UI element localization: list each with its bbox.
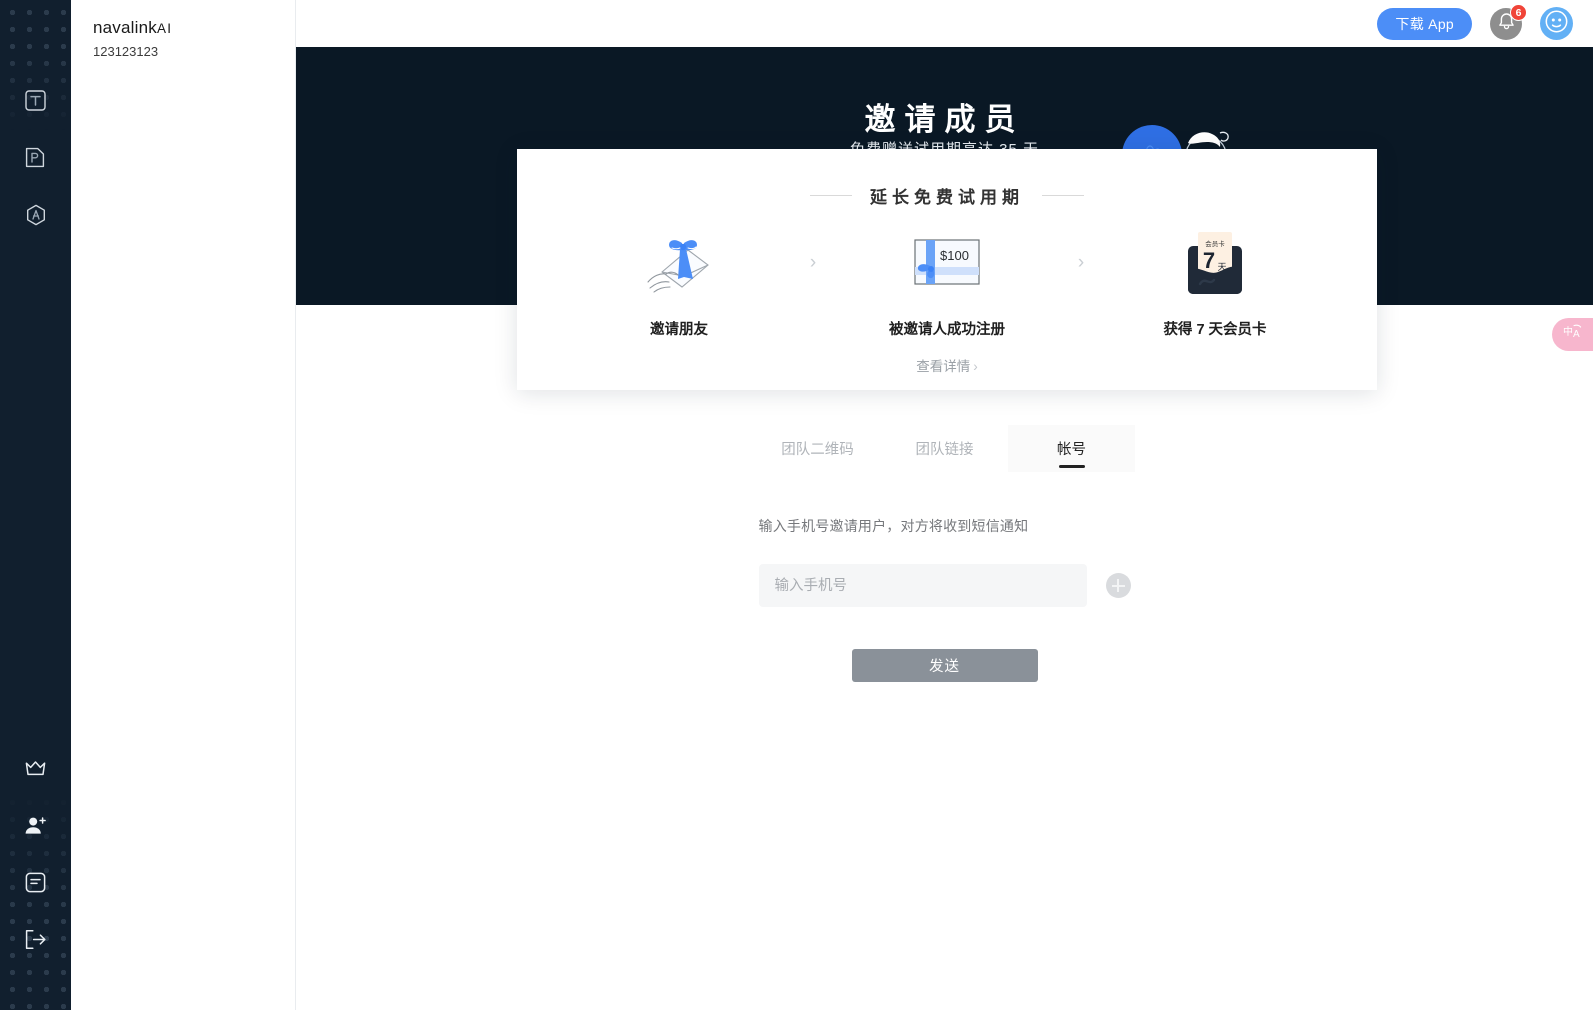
brand-name: navalink [93, 18, 157, 37]
chevron-right-icon: › [973, 359, 978, 374]
svg-text:7: 7 [1203, 248, 1215, 273]
promo-step-1-label: 邀请朋友 [650, 322, 708, 338]
rule-left [810, 195, 852, 196]
gift-card-100-icon: $100 [842, 230, 1052, 296]
phone-input[interactable] [758, 564, 1087, 607]
tab-account-label: 帐号 [1057, 442, 1086, 458]
invite-form: 输入手机号邀请用户，对方将收到短信通知 发送 [296, 516, 1593, 682]
letter-p-document-icon [25, 147, 46, 168]
svg-text:$100: $100 [940, 248, 969, 263]
rail-item-text-tool[interactable] [0, 72, 71, 129]
rule-right [1042, 195, 1084, 196]
membership-card-icon: 会员卡 7 天 [1110, 230, 1320, 296]
tab-active-indicator [1058, 464, 1085, 468]
promo-heading: 延长免费试用期 [517, 183, 1377, 208]
invite-form-note: 输入手机号邀请用户，对方将收到短信通知 [758, 518, 1029, 534]
note-icon [25, 872, 46, 893]
rail-item-hexagon-tool[interactable] [0, 186, 71, 243]
main-content: 下载 App 6 邀请成员 延长免费试用期 邀请朋友 › $100 被邀请人成功… [296, 0, 1593, 1010]
project-sidebar: navalinkAI 123123123 [71, 0, 296, 1010]
send-invite-button[interactable]: 发送 [851, 649, 1038, 682]
icon-rail [0, 0, 71, 1010]
logout-icon [24, 929, 47, 950]
promo-card: 延长免费试用期 邀请朋友 › $100 被邀请人成功注册 › 会员卡 7 天 获… [517, 149, 1377, 390]
letter-t-icon [25, 90, 46, 111]
rail-item-upgrade[interactable] [0, 740, 71, 797]
promo-step-3-label: 获得 7 天会员卡 [1163, 322, 1267, 338]
app-root: navalinkAI 123123123 下载 App 6 邀请成员 延长免费试… [0, 0, 1593, 1010]
promo-step-1: 邀请朋友 [574, 230, 784, 339]
tab-account[interactable]: 帐号 [1008, 425, 1135, 472]
hexagon-person-icon [25, 204, 47, 226]
top-bar: 下载 App 6 [296, 0, 1593, 47]
promo-step-2: $100 被邀请人成功注册 [842, 230, 1052, 339]
promo-steps: 邀请朋友 › $100 被邀请人成功注册 › 会员卡 7 天 获得 7 天会员卡 [517, 230, 1377, 339]
tab-team-qrcode[interactable]: 团队二维码 [754, 425, 881, 472]
rail-item-presentation-tool[interactable] [0, 129, 71, 186]
rail-bottom-group [0, 740, 71, 968]
add-phone-button[interactable] [1105, 573, 1131, 598]
brand-logo[interactable]: navalinkAI [93, 18, 273, 38]
rail-top-group [0, 72, 71, 243]
promo-details-link[interactable]: 查看详情 › [517, 355, 1377, 375]
workspace-id: 123123123 [93, 44, 159, 59]
tab-team-link[interactable]: 团队链接 [881, 425, 1008, 472]
step-arrow-1-icon: › [809, 252, 817, 273]
svg-text:中: 中 [1563, 325, 1573, 338]
translate-icon: 中 A [1563, 323, 1583, 346]
rail-item-documents[interactable] [0, 854, 71, 911]
rail-item-invite-member[interactable] [0, 797, 71, 854]
avatar[interactable] [1540, 7, 1573, 40]
tab-team-link-label: 团队链接 [915, 442, 974, 458]
download-app-button[interactable]: 下载 App [1377, 7, 1472, 40]
notification-badge: 6 [1510, 3, 1527, 21]
invite-method-tabs: 团队二维码 团队链接 帐号 [296, 425, 1593, 472]
translate-toggle[interactable]: 中 A [1552, 318, 1593, 351]
tab-team-qrcode-label: 团队二维码 [781, 442, 854, 458]
crown-icon [24, 759, 47, 779]
promo-heading-text: 延长免费试用期 [870, 188, 1024, 207]
notifications[interactable]: 6 [1490, 3, 1527, 40]
promo-step-2-label: 被邀请人成功注册 [889, 322, 1005, 338]
promo-step-3: 会员卡 7 天 获得 7 天会员卡 [1110, 230, 1320, 339]
phone-field-row [758, 564, 1131, 607]
rail-item-logout[interactable] [0, 911, 71, 968]
promo-details-label: 查看详情 [916, 359, 971, 374]
step-arrow-2-icon: › [1077, 252, 1085, 273]
brand-suffix: AI [156, 21, 173, 36]
svg-text:A: A [1573, 329, 1580, 340]
page-title: 邀请成员 [864, 102, 1025, 137]
gift-envelope-icon [574, 230, 784, 296]
add-person-icon [24, 815, 47, 836]
user-face-icon [1545, 10, 1568, 38]
svg-text:会员卡: 会员卡 [1205, 239, 1225, 248]
